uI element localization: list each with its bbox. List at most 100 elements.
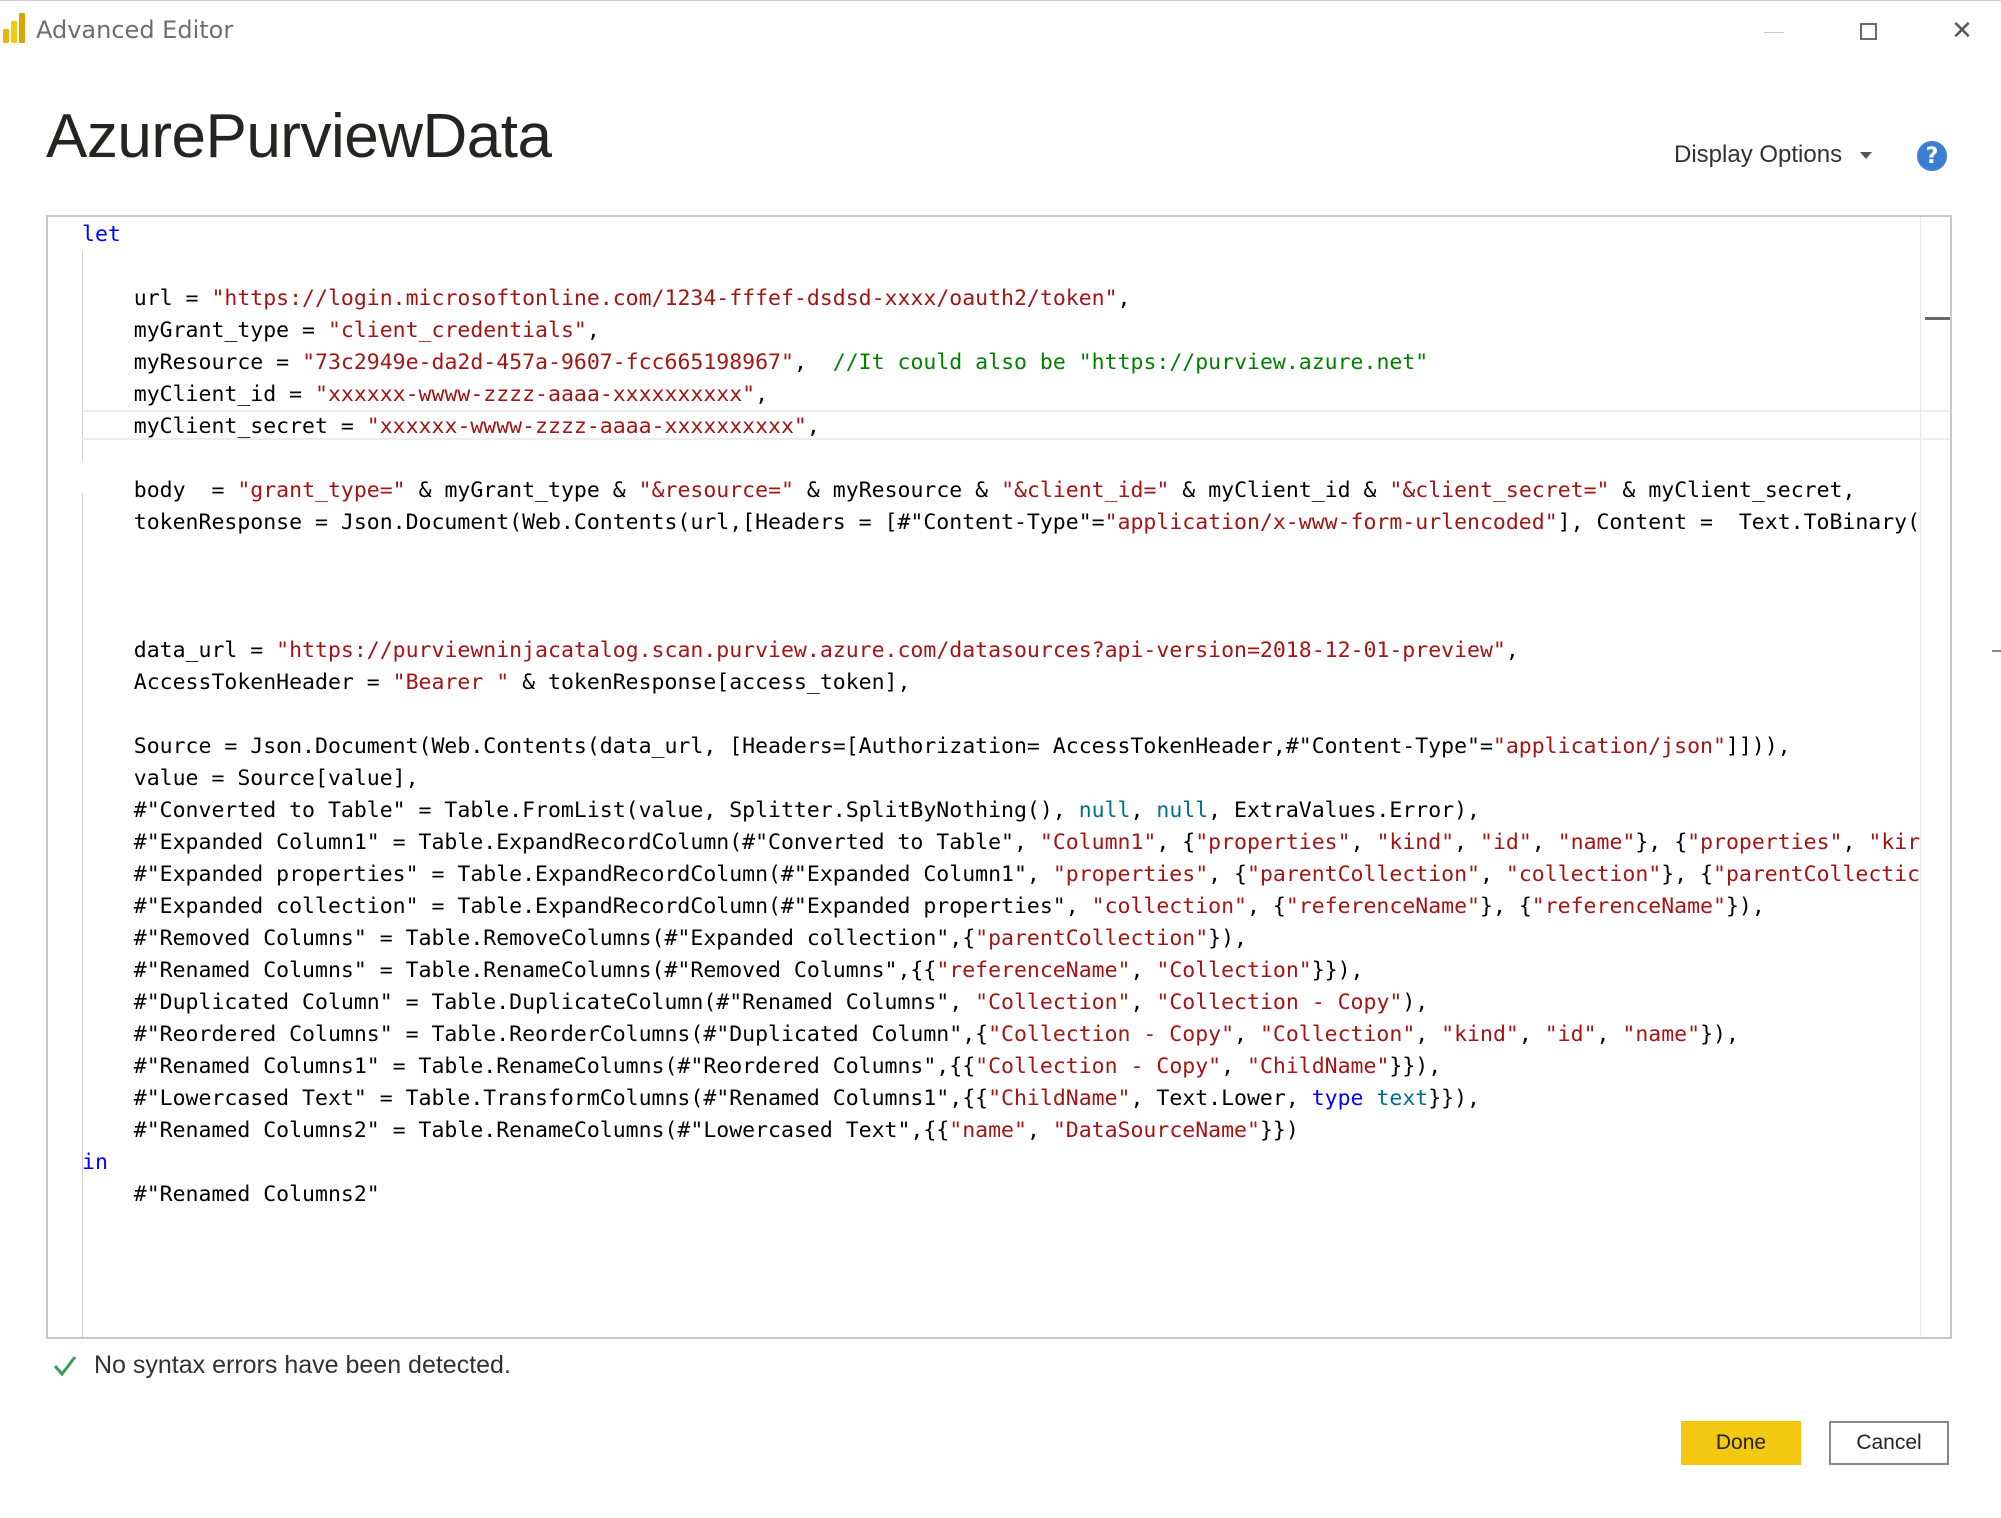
code-line: #"Expanded Column1" = Table.ExpandRecord… (82, 827, 1920, 859)
code-token: & myGrant_type & (405, 478, 639, 503)
code-token: body = (82, 478, 238, 503)
code-line: body = "grant_type=" & myGrant_type & "&… (82, 475, 1920, 507)
checkmark-icon (53, 1355, 77, 1376)
code-line: AccessTokenHeader = "Bearer " & tokenRes… (82, 667, 1920, 699)
code-line: myResource = "73c2949e-da2d-457a-9607-fc… (82, 347, 1920, 379)
code-token: #"Renamed Columns" = Table.RenameColumns… (82, 958, 937, 983)
minimize-button[interactable] (1742, 5, 1806, 57)
code-token: "Collection" (975, 990, 1131, 1015)
display-options-dropdown[interactable]: Display Options (1674, 141, 1873, 169)
advanced-editor-window: Advanced Editor ✕ AzurePurviewData Displ… (0, 0, 2001, 1518)
chevron-down-icon (1860, 151, 1873, 159)
code-token: "https://login.microsoftonline.com/1234-… (211, 286, 1118, 311)
code-token: "https://purviewninjacatalog.scan.purvie… (276, 638, 1506, 663)
code-token: null (1078, 798, 1131, 823)
code-token: , { (1156, 830, 1196, 855)
code-token: & myResource & (793, 478, 1002, 503)
edge-marker (1992, 650, 2001, 652)
query-name-title: AzurePurviewData (46, 102, 552, 171)
code-line: #"Removed Columns" = Table.RemoveColumns… (82, 923, 1920, 955)
code-token: "xxxxxx-wwww-zzzz-aaaa-xxxxxxxxxx" (315, 382, 756, 407)
code-token: in (82, 1150, 108, 1175)
code-token: #"Reordered Columns" = Table.ReorderColu… (82, 1022, 989, 1047)
code-token: }), (1700, 1022, 1739, 1047)
code-token: #"Duplicated Column" = Table.DuplicateCo… (82, 990, 976, 1015)
code-token: "name" (1557, 830, 1636, 855)
code-line: #"Converted to Table" = Table.FromList(v… (82, 795, 1920, 827)
code-token: "properties" (1052, 862, 1209, 887)
code-token: url = (82, 286, 212, 311)
code-token: //It could also be "https://purview.azur… (832, 350, 1429, 375)
maximize-button[interactable] (1836, 5, 1900, 57)
code-token: "grant_type=" (237, 478, 406, 503)
code-token: , (1350, 830, 1377, 855)
code-token: "id" (1480, 830, 1532, 855)
code-token: #"Renamed Columns2" (82, 1182, 380, 1207)
display-options-label: Display Options (1674, 141, 1843, 168)
code-token: #"Removed Columns" = Table.RemoveColumns… (82, 926, 976, 951)
code-token: "properties" (1195, 830, 1351, 855)
code-token: , (1505, 638, 1519, 663)
code-token: "&client_id=" (1001, 478, 1170, 503)
code-token: , (1531, 830, 1558, 855)
cancel-button[interactable]: Cancel (1829, 1421, 1949, 1465)
code-line: url = "https://login.microsoftonline.com… (82, 283, 1920, 315)
code-token: "Collection - Copy" (975, 1054, 1222, 1079)
syntax-status: No syntax errors have been detected. (52, 1351, 511, 1380)
code-line: #"Expanded collection" = Table.ExpandRec… (82, 891, 1920, 923)
help-icon[interactable]: ? (1917, 141, 1947, 171)
code-token: "name" (949, 1118, 1027, 1143)
code-line: #"Renamed Columns" = Table.RenameColumns… (82, 955, 1920, 987)
code-token: , (1221, 1054, 1247, 1079)
code-token: "Collection - Copy" (1156, 990, 1403, 1015)
code-token: , Text.Lower, (1130, 1086, 1312, 1111)
code-line: #"Reordered Columns" = Table.ReorderColu… (82, 1019, 1920, 1051)
code-token: "application/json" (1492, 734, 1726, 759)
code-token: tokenResponse = Json.Document(Web.Conten… (82, 510, 1105, 535)
code-token: "xxxxxx-wwww-zzzz-aaaa-xxxxxxxxxx" (366, 414, 807, 439)
close-button[interactable]: ✕ (1930, 5, 1994, 57)
code-token: "ChildName" (988, 1086, 1131, 1111)
code-token: ]])), (1725, 734, 1791, 759)
code-token: "Column1" (1039, 830, 1157, 855)
code-token: null (1156, 798, 1209, 823)
code-token: #"Renamed Columns2" = Table.RenameColumn… (82, 1118, 950, 1143)
code-token: "kind" (1441, 1022, 1519, 1047)
code-editor[interactable]: let url = "https://login.microsoftonline… (46, 215, 1952, 1339)
code-token: "collection" (1505, 862, 1662, 887)
code-line: let (82, 219, 1920, 251)
code-token: "referenceName" (1285, 894, 1480, 919)
code-lines: let url = "https://login.microsoftonline… (82, 219, 1920, 1211)
scroll-position-marker[interactable] (1925, 317, 1950, 320)
code-token: "parentCollectic (1713, 862, 1921, 887)
code-line: in (82, 1147, 1920, 1179)
code-token: }}) (1259, 1118, 1299, 1143)
code-line: myGrant_type = "client_credentials", (82, 315, 1920, 347)
code-token: , { (1246, 894, 1286, 919)
done-button[interactable]: Done (1681, 1421, 1801, 1465)
code-token: , (1234, 1022, 1260, 1047)
code-token: "DataSourceName" (1052, 1118, 1260, 1143)
code-token: "parentCollection" (1247, 862, 1480, 887)
vertical-scrollbar[interactable] (1920, 217, 1950, 1337)
syntax-status-message: No syntax errors have been detected. (94, 1351, 511, 1379)
code-token: "Collection" (1259, 1022, 1416, 1047)
code-token: }, { (1661, 862, 1714, 887)
code-line: tokenResponse = Json.Document(Web.Conten… (82, 507, 1920, 539)
code-line: myClient_secret = "xxxxxx-wwww-zzzz-aaaa… (82, 411, 1920, 443)
code-line: #"Lowercased Text" = Table.TransformColu… (82, 1083, 1920, 1115)
code-token: "Bearer " (392, 670, 510, 695)
code-token: "kir (1868, 830, 1921, 855)
code-token: myResource = (82, 350, 303, 375)
code-line: #"Renamed Columns1" = Table.RenameColumn… (82, 1051, 1920, 1083)
code-token: , (1130, 958, 1157, 983)
code-token: , (1415, 1022, 1442, 1047)
code-token: ], Content = Text.ToBinary( (1557, 510, 1921, 535)
code-token: "kind" (1376, 830, 1455, 855)
code-token: "&resource=" (638, 478, 794, 503)
code-token: }, { (1635, 830, 1688, 855)
